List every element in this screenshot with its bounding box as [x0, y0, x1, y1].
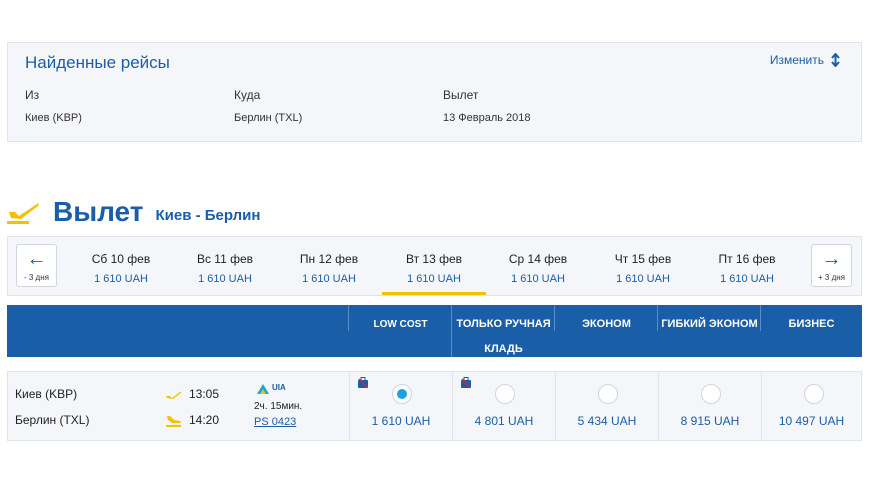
hand-luggage-icon — [461, 377, 471, 389]
prev-3-days-label: - 3 дня — [24, 273, 49, 282]
date-cell[interactable]: Сб 10 фев 1 610 UAH — [69, 237, 173, 295]
fare-price: 10 497 UAH — [778, 414, 845, 428]
date-cell[interactable]: Вс 11 фев 1 610 UAH — [173, 237, 277, 295]
departure-time: 13:05 — [189, 387, 220, 401]
arrow-right-icon: → — [821, 248, 842, 270]
from-label: Из — [25, 88, 40, 102]
to-value: Берлин (TXL) — [234, 112, 303, 124]
date-price: 1 610 UAH — [198, 273, 252, 285]
date-price: 1 610 UAH — [616, 273, 670, 285]
fare-radio[interactable] — [495, 384, 515, 404]
date-label: Ср 14 фев — [508, 252, 568, 266]
fare-price: 5 434 UAH — [577, 414, 637, 428]
date-cell[interactable]: Чт 15 фев 1 610 UAH — [591, 237, 695, 295]
fare-radio[interactable] — [701, 384, 721, 404]
fare-radio[interactable] — [598, 384, 618, 404]
fare-cell-business[interactable]: 10 497 UAH — [761, 372, 861, 440]
fare-radio[interactable] — [804, 384, 824, 404]
fare-col-hand-luggage: ТОЛЬКО РУЧНАЯ КЛАДЬ — [452, 305, 555, 357]
origin-city: Киев (KBP) — [15, 387, 78, 401]
date-price: 1 610 UAH — [511, 273, 565, 285]
fare-col-label: ЭКОНОМ — [582, 318, 631, 330]
page-title: Найденные рейсы — [25, 53, 170, 72]
fare-header: LOW COST ТОЛЬКО РУЧНАЯ КЛАДЬ ЭКОНОМ ГИБК… — [7, 305, 862, 357]
date-label: Вт 13 фев — [405, 252, 463, 266]
fare-price: 8 915 UAH — [680, 414, 740, 428]
fare-col-label: ТОЛЬКО РУЧНАЯ — [456, 318, 551, 330]
date-price: 1 610 UAH — [302, 273, 356, 285]
airline-logo-icon — [257, 384, 269, 394]
plane-takeoff-icon — [166, 391, 182, 399]
departure-title: Вылет — [53, 196, 144, 227]
plane-landing-icon — [166, 416, 181, 427]
fare-col-label-2: КЛАДЬ — [484, 343, 523, 355]
fare-col-low-cost: LOW COST — [349, 305, 452, 357]
swap-icon — [831, 53, 840, 67]
search-summary: Найденные рейсы Изменить Из Киев (KBP) К… — [7, 42, 862, 142]
date-price: 1 610 UAH — [720, 273, 774, 285]
date-cell[interactable]: Ср 14 фев 1 610 UAH — [486, 237, 590, 295]
fare-col-label: LOW COST — [373, 319, 428, 330]
plane-takeoff-icon — [7, 203, 39, 224]
depart-label: Вылет — [443, 88, 479, 102]
fare-col-economy: ЭКОНОМ — [555, 305, 658, 357]
hand-luggage-icon — [358, 377, 368, 389]
next-3-days-button[interactable]: → + 3 дня — [811, 244, 852, 287]
departure-route: Киев - Берлин — [155, 207, 261, 224]
date-label: Пн 12 фев — [299, 252, 359, 266]
airline-logo: UIA — [255, 382, 293, 396]
date-label: Чт 15 фев — [614, 252, 672, 266]
date-label: Пт 16 фев — [718, 252, 776, 266]
fare-cell-low-cost[interactable]: 1 610 UAH — [349, 372, 452, 440]
next-3-days-label: + 3 дня — [818, 273, 845, 282]
to-field: Куда Берлин (TXL) — [234, 88, 302, 124]
airline-code: UIA — [272, 383, 286, 392]
prev-3-days-button[interactable]: ← - 3 дня — [16, 244, 57, 287]
depart-field: Вылет 13 Февраль 2018 — [443, 88, 531, 124]
fare-price: 4 801 UAH — [474, 414, 534, 428]
fare-col-flex-economy: ГИБКИЙ ЭКОНОМ — [658, 305, 761, 357]
fare-cell-flex-economy[interactable]: 8 915 UAH — [658, 372, 761, 440]
arrow-left-icon: ← — [26, 248, 47, 270]
departure-heading: Вылет Киев - Берлин — [7, 192, 260, 228]
date-price: 1 610 UAH — [94, 273, 148, 285]
date-cell[interactable]: Пт 16 фев 1 610 UAH — [695, 237, 799, 295]
fare-col-label: БИЗНЕС — [788, 318, 835, 330]
change-search-label: Изменить — [769, 53, 824, 67]
from-field: Из Киев (KBP) — [25, 88, 82, 124]
from-value: Киев (KBP) — [25, 112, 82, 124]
date-label: Вс 11 фев — [196, 252, 254, 266]
fare-col-label: ГИБКИЙ ЭКОНОМ — [661, 318, 758, 330]
date-cell-active[interactable]: Вт 13 фев 1 610 UAH — [382, 237, 486, 295]
fare-price: 1 610 UAH — [371, 414, 431, 428]
fare-cell-economy[interactable]: 5 434 UAH — [555, 372, 658, 440]
date-price: 1 610 UAH — [407, 273, 461, 285]
change-search-button[interactable]: Изменить — [770, 53, 841, 67]
flight-row: Киев (KBP) Берлин (TXL) 13:05 14:20 UIA … — [7, 371, 862, 441]
depart-value: 13 Февраль 2018 — [443, 112, 531, 124]
fare-cell-hand-luggage[interactable]: 4 801 UAH — [452, 372, 555, 440]
flight-number-link[interactable]: PS 0423 — [254, 416, 296, 428]
to-label: Куда — [234, 88, 261, 102]
date-label: Сб 10 фев — [91, 252, 151, 266]
arrival-time: 14:20 — [189, 413, 220, 427]
fare-col-business: БИЗНЕС — [761, 305, 862, 357]
date-strip: ← - 3 дня Сб 10 фев 1 610 UAH Вс 11 фев … — [7, 236, 862, 296]
date-cell[interactable]: Пн 12 фев 1 610 UAH — [277, 237, 381, 295]
destination-city: Берлин (TXL) — [15, 413, 90, 427]
flight-duration: 2ч. 15мин. — [254, 401, 303, 412]
fare-radio-selected[interactable] — [392, 384, 412, 404]
